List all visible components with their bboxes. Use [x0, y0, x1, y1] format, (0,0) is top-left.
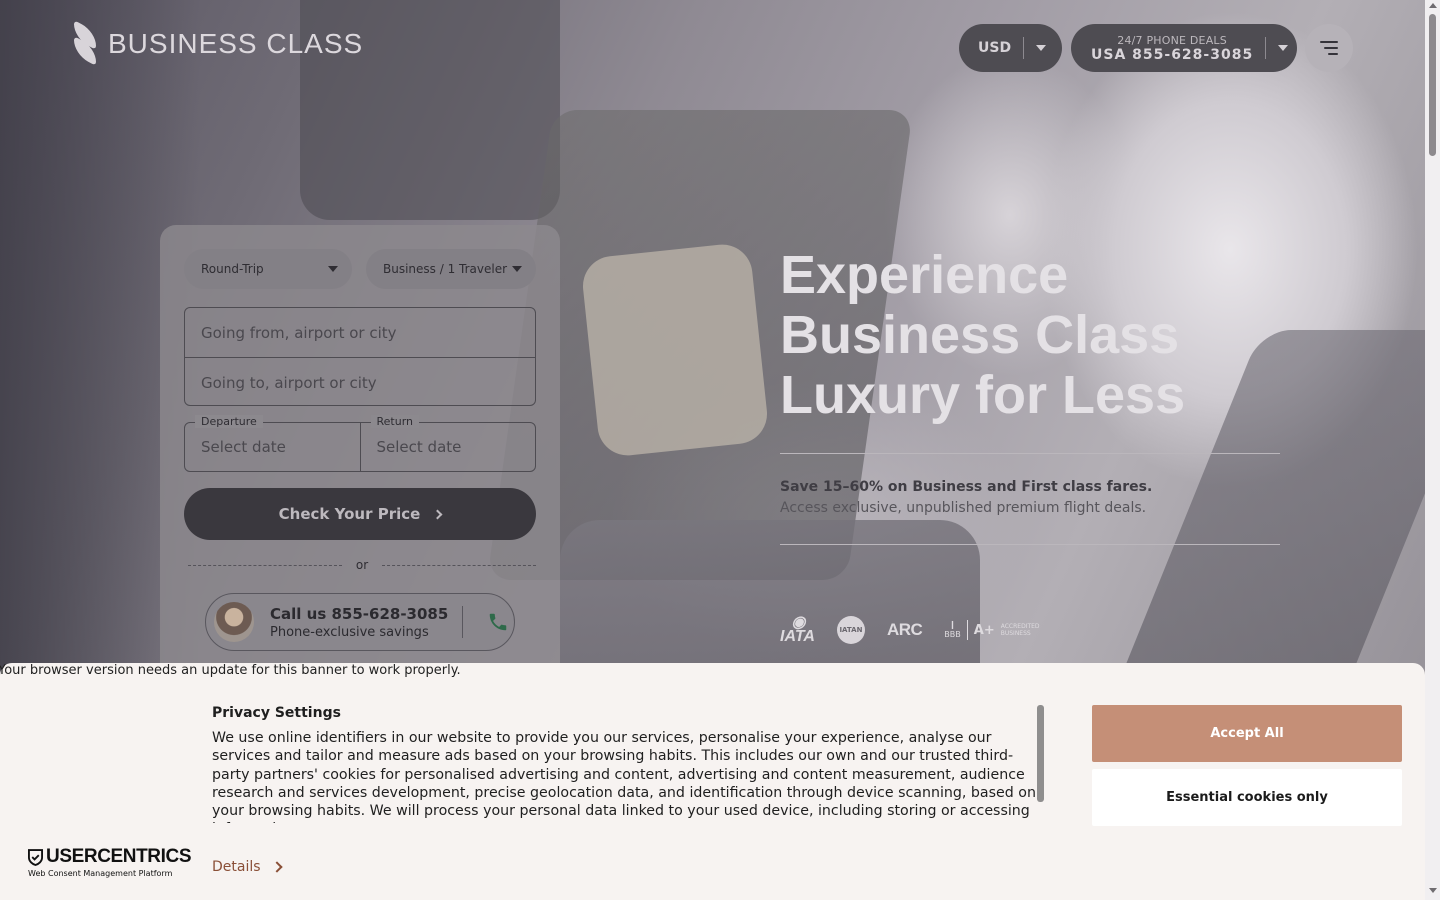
call-text: Call us 855-628-3085 Phone-exclusive sav…	[270, 605, 448, 640]
or-label: or	[355, 558, 369, 572]
details-link[interactable]: Details	[212, 859, 283, 875]
scroll-up-arrow-icon[interactable]	[1429, 3, 1437, 8]
phone-deals-number: USA 855-628-3085	[1091, 46, 1254, 63]
usercentrics-tagline: Web Consent Management Platform	[28, 869, 173, 878]
departure-value: Select date	[201, 438, 286, 456]
hero-divider-bottom	[780, 544, 1280, 545]
hamburger-menu-icon-line	[1328, 53, 1338, 55]
phone-icon	[490, 613, 507, 631]
divider	[1023, 37, 1025, 59]
phone-deals-text: 24/7 PHONE DEALS USA 855-628-3085	[1091, 34, 1253, 63]
cabin-travelers-value: Business / 1 Traveler	[383, 262, 508, 276]
route-fields	[184, 307, 536, 406]
chevron-right-icon	[270, 861, 283, 873]
accreditation-badges: ◉ IATA IATAN ARC ❙ BBB A+ ACCREDITED BUSI…	[780, 615, 1040, 645]
departure-date-field[interactable]: Departure Select date	[185, 415, 360, 471]
hero-title-line: Experience	[780, 245, 1069, 305]
return-label: Return	[370, 415, 420, 428]
divider	[1265, 37, 1267, 59]
description-scrollbar[interactable]	[1037, 705, 1044, 802]
scroll-thumb[interactable]	[1429, 14, 1436, 156]
check-price-label: Check Your Price	[278, 505, 421, 523]
bbb-label: BBB	[944, 630, 961, 639]
chevron-down-icon	[512, 266, 522, 272]
dashed-line	[382, 564, 536, 566]
trip-type-value: Round-Trip	[201, 262, 264, 276]
hamburger-menu-icon	[1320, 41, 1338, 43]
return-date-field[interactable]: Return Select date	[359, 415, 536, 471]
phone-deals-label: 24/7 PHONE DEALS	[1117, 33, 1227, 47]
chevron-down-icon	[1278, 45, 1289, 51]
hero-subtitle: Save 15–60% on Business and First class …	[780, 477, 1300, 519]
chevron-down-icon	[328, 266, 338, 272]
destination-input[interactable]	[185, 358, 535, 405]
bbb-business-line: BUSINESS	[1000, 630, 1031, 637]
chevron-right-icon	[432, 509, 443, 519]
scroll-down-arrow-icon[interactable]	[1429, 888, 1437, 893]
usercentrics-brand: USERCENTRICS	[28, 846, 192, 868]
bbb-grade: A+	[973, 622, 995, 638]
call-number: Call us 855-628-3085	[270, 604, 449, 623]
usercentrics-name: USERCENTRICS	[46, 846, 192, 867]
iata-logo: ◉ IATA	[780, 615, 815, 645]
call-us-button[interactable]: Call us 855-628-3085 Phone-exclusive sav…	[205, 593, 515, 651]
hero-title: Experience Business Class Luxury for Les…	[780, 245, 1280, 425]
accept-all-button[interactable]: Accept All	[1092, 705, 1402, 762]
agent-avatar	[214, 602, 254, 642]
hamburger-menu-icon-line	[1324, 47, 1338, 49]
accept-all-label: Accept All	[1210, 726, 1284, 741]
hero-subtitle-normal: Access exclusive, unpublished premium fl…	[780, 500, 1147, 516]
essential-cookies-label: Essential cookies only	[1166, 790, 1328, 805]
cookie-consent-banner: Your browser version needs an update for…	[0, 663, 1425, 900]
chevron-down-icon	[1036, 45, 1047, 51]
site-logo[interactable]: BUSINESS CLASS	[72, 24, 363, 64]
hero-divider-top	[780, 453, 1280, 454]
iata-label: IATA	[780, 628, 815, 645]
check-price-button[interactable]: Check Your Price	[184, 488, 536, 540]
origin-input[interactable]	[185, 308, 535, 357]
privacy-description: We use online identifiers in our website…	[212, 730, 1036, 823]
bbb-torch-icon: ❙ BBB	[944, 620, 968, 640]
call-subtitle: Phone-exclusive savings	[270, 624, 429, 640]
departure-label: Departure	[195, 415, 263, 428]
hero-title-line: Luxury for Less	[780, 365, 1186, 425]
usercentrics-logo: USERCENTRICS Web Consent Management Plat…	[28, 846, 192, 878]
arc-label: ARC	[886, 620, 923, 639]
logo-text: BUSINESS CLASS	[108, 28, 364, 59]
bbb-accredited-line: ACCREDITED	[1000, 623, 1040, 630]
return-value: Select date	[376, 438, 462, 456]
hero-subtitle-bold: Save 15–60% on Business and First class …	[780, 479, 1153, 495]
iatan-label: IATAN	[839, 626, 863, 634]
logo-icon	[72, 24, 100, 64]
hero-title-line: Business Class	[780, 305, 1180, 365]
seat-headrest	[580, 241, 770, 459]
bbb-accredited: ACCREDITED BUSINESS	[1001, 623, 1040, 637]
date-fields: Departure Select date Return Select date	[184, 415, 536, 472]
trip-type-dropdown[interactable]: Round-Trip	[184, 249, 352, 289]
currency-value: USD	[978, 40, 1012, 56]
cabin-travelers-dropdown[interactable]: Business / 1 Traveler	[366, 249, 536, 289]
browser-warning: Your browser version needs an update for…	[0, 663, 461, 678]
currency-selector[interactable]: USD	[959, 24, 1062, 72]
privacy-settings-title: Privacy Settings	[212, 705, 341, 721]
or-separator: or	[188, 558, 536, 572]
essential-cookies-button[interactable]: Essential cookies only	[1092, 769, 1402, 826]
arc-logo: ARC	[886, 620, 923, 640]
details-label: Details	[212, 859, 261, 875]
divider	[462, 606, 464, 638]
shield-icon	[28, 848, 43, 866]
iatan-logo: IATAN	[836, 616, 865, 644]
flight-search-card: Round-Trip Business / 1 Traveler Departu…	[160, 225, 560, 685]
menu-button[interactable]	[1305, 24, 1353, 72]
dashed-line	[188, 564, 342, 566]
page-scrollbar[interactable]	[1425, 0, 1440, 900]
phone-deals-selector[interactable]: 24/7 PHONE DEALS USA 855-628-3085	[1071, 24, 1297, 72]
bbb-logo: ❙ BBB A+ ACCREDITED BUSINESS	[944, 620, 1040, 640]
